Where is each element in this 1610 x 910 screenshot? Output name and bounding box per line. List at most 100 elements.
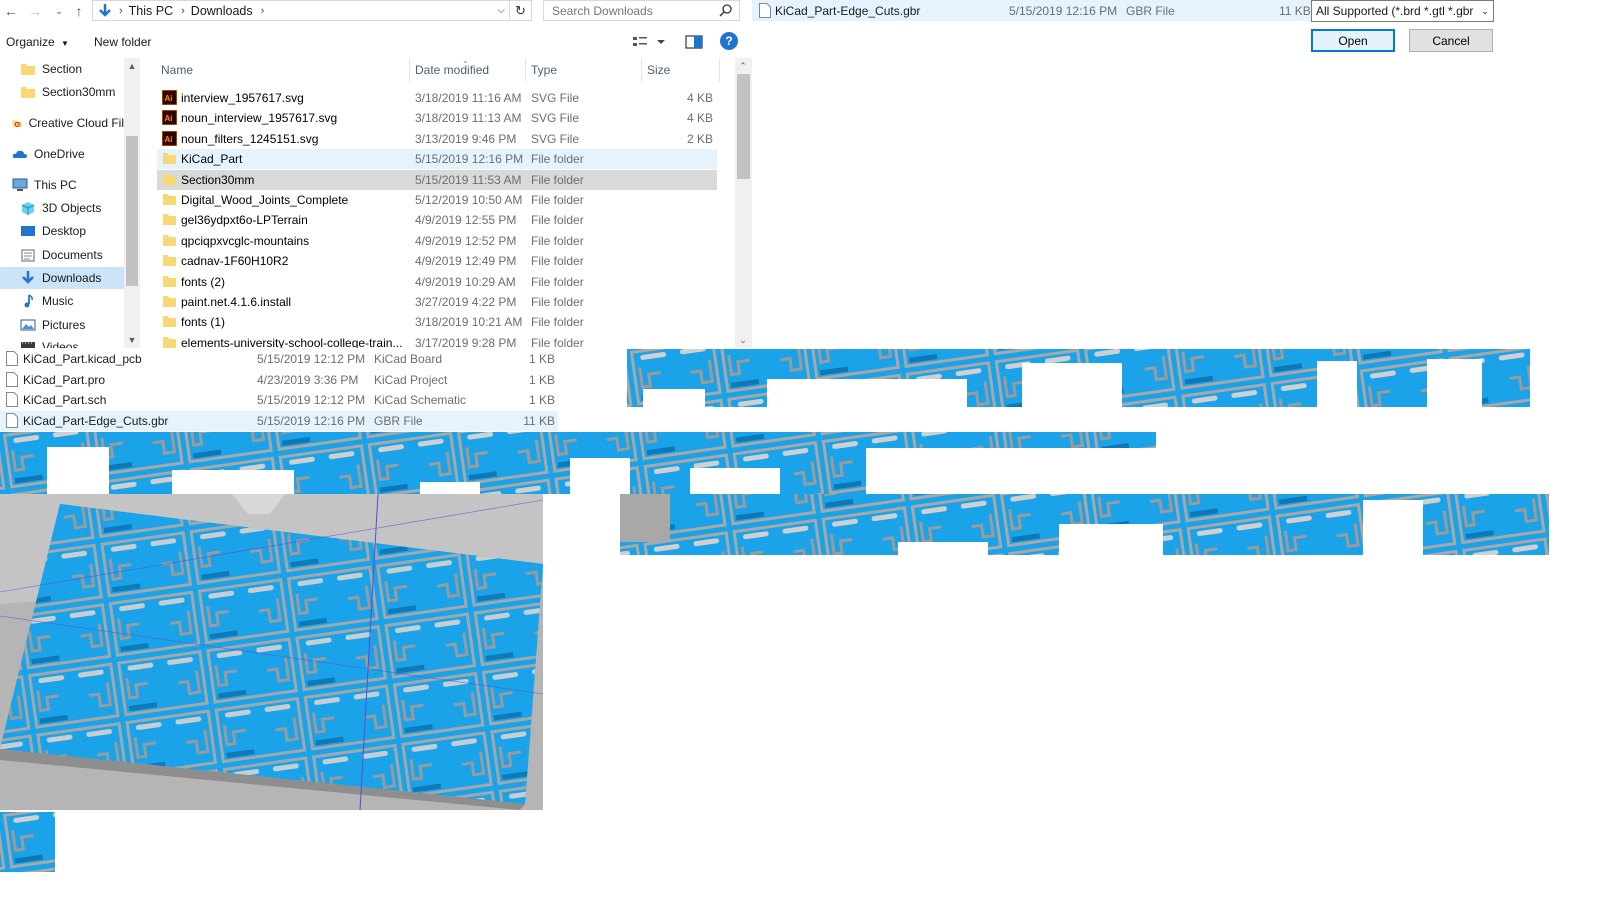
column-header-name[interactable]: Name xyxy=(157,58,409,82)
nav-item-label: 3D Objects xyxy=(42,201,102,215)
open-button[interactable]: Open xyxy=(1311,29,1395,52)
pcb-3d-render xyxy=(0,494,543,810)
organize-label: Organize xyxy=(6,35,55,49)
kicad-file-row[interactable]: KiCad_Part.pro 4/23/2019 3:36 PM KiCad Pro… xyxy=(0,370,558,390)
file-name: fonts (2) xyxy=(181,274,226,289)
file-date: 3/18/2019 10:21 AM xyxy=(415,315,523,330)
column-header-type[interactable]: Type xyxy=(527,58,641,82)
file-row[interactable]: fonts (1) 3/18/2019 10:21 AM File folder xyxy=(157,312,717,332)
file-row[interactable]: cadnav-1F60H10R2 4/9/2019 12:49 PM File fo… xyxy=(157,251,717,271)
column-divider[interactable] xyxy=(525,58,526,82)
nav-scroll-thumb[interactable] xyxy=(126,136,138,286)
recent-locations-chevron-icon[interactable]: ⌄ xyxy=(50,2,68,20)
nav-item-label: Music xyxy=(42,294,74,308)
file-row[interactable]: elements-university-school-college-train… xyxy=(157,333,717,348)
help-icon[interactable]: ? xyxy=(720,32,738,50)
nav-item-downloads[interactable]: Downloads xyxy=(0,267,124,289)
file-date: 3/18/2019 11:16 AM xyxy=(415,91,522,105)
file-type: SVG File xyxy=(531,91,580,105)
nav-item-3d-objects[interactable]: 3D Objects xyxy=(20,197,124,219)
nav-item-section30mm[interactable]: Section30mm xyxy=(20,81,124,103)
search-box[interactable] xyxy=(543,0,740,21)
file-name: KiCad_Part.pro xyxy=(23,372,106,387)
up-arrow-icon[interactable]: ↑ xyxy=(70,2,88,20)
kicad-file-row[interactable]: KiCad_Part.kicad_pcb 5/15/2019 12:12 PM Ki… xyxy=(0,349,558,369)
file-row[interactable]: fonts (2) 4/9/2019 10:29 AM File folder xyxy=(157,272,717,292)
scroll-up-icon[interactable]: ⌃ xyxy=(735,58,751,74)
nav-item-creative-cloud[interactable]: Creative Cloud Fil xyxy=(12,112,124,134)
svg-text:Ai: Ai xyxy=(165,135,173,144)
creative-cloud-icon xyxy=(12,120,22,127)
address-dropdown-icon[interactable]: ⌵ xyxy=(497,5,505,16)
search-input[interactable] xyxy=(544,1,714,20)
nav-item-videos[interactable]: Videos xyxy=(20,336,124,348)
illustrator-icon: Ai xyxy=(162,90,177,105)
file-icon xyxy=(759,3,771,18)
file-row[interactable]: Ai noun_filters_1245151.svg 3/13/2019 9:46… xyxy=(157,129,717,149)
file-name: KiCad_Part.sch xyxy=(23,393,107,407)
nav-scrollbar[interactable]: ▲ ▼ xyxy=(124,58,140,348)
file-row[interactable]: Ai interview_1957617.svg 3/18/2019 11:16 A… xyxy=(157,88,717,108)
videos-icon xyxy=(21,342,35,348)
selected-file-row[interactable]: KiCad_Part-Edge_Cuts.gbr 5/15/2019 12:16… xyxy=(752,0,1312,21)
nav-item-music[interactable]: Music xyxy=(20,290,124,312)
nav-item-onedrive[interactable]: OneDrive xyxy=(12,143,124,165)
chevron-down-icon: ▼ xyxy=(61,39,69,48)
breadcrumb-this-pc[interactable]: This PC xyxy=(129,4,173,18)
column-divider[interactable] xyxy=(409,58,410,82)
column-header-size[interactable]: Size xyxy=(643,58,717,82)
file-date: 5/15/2019 12:12 PM xyxy=(257,352,366,366)
file-type-filter[interactable]: All Supported (*.brd *.gtl *.gbr * ⌄ xyxy=(1311,0,1494,22)
file-row[interactable]: qpciqpxvcglc-mountains 4/9/2019 12:52 PM F… xyxy=(157,231,717,251)
chevron-down-icon[interactable]: ⌄ xyxy=(1477,1,1493,21)
column-divider[interactable] xyxy=(641,58,642,82)
file-date: 5/12/2019 10:50 AM xyxy=(415,193,523,207)
file-row[interactable]: Digital_Wood_Joints_Complete 5/12/2019 10… xyxy=(157,190,717,210)
file-row[interactable]: paint.net.4.1.6.install 3/27/2019 4:22 PM… xyxy=(157,292,717,312)
organize-button[interactable]: Organize ▼ xyxy=(6,35,69,49)
scroll-down-icon[interactable]: ⌄ xyxy=(735,332,751,348)
file-date: 5/15/2019 12:16 PM xyxy=(415,152,524,167)
file-type-filter-value: All Supported (*.brd *.gtl *.gbr * xyxy=(1316,4,1482,18)
nav-item-this-pc[interactable]: This PC xyxy=(12,174,124,196)
kicad-file-row[interactable]: KiCad_Part-Edge_Cuts.gbr 5/15/2019 12:16 … xyxy=(0,410,558,431)
address-row: ← → ⌄ ↑ › This PC › Downloads › ⌵ ↻ xyxy=(0,0,752,22)
sort-indicator-icon: ⌄ xyxy=(462,58,469,65)
column-divider[interactable] xyxy=(719,58,720,82)
refresh-icon[interactable]: ↻ xyxy=(509,1,531,20)
file-name: paint.net.4.1.6.install xyxy=(181,295,292,309)
nav-item-pictures[interactable]: Pictures xyxy=(20,314,124,336)
file-icon xyxy=(6,392,18,407)
file-name: elements-university-school-college-train… xyxy=(181,335,403,348)
address-bar[interactable]: › This PC › Downloads › ⌵ ↻ xyxy=(92,0,532,21)
cancel-button[interactable]: Cancel xyxy=(1409,29,1493,52)
file-row[interactable]: gel36ydpxt6o-LPTerrain 4/9/2019 12:55 PM F… xyxy=(157,210,717,230)
file-row[interactable]: KiCad_Part 5/15/2019 12:16 PM File folder xyxy=(157,149,717,170)
nav-item-section[interactable]: Section xyxy=(20,58,124,80)
3d-viewer-panel[interactable] xyxy=(0,494,543,810)
nav-item-documents[interactable]: Documents xyxy=(20,244,124,266)
change-view-button[interactable] xyxy=(632,34,668,50)
file-date: 5/15/2019 12:16 PM xyxy=(257,413,366,428)
file-type: File folder xyxy=(531,152,584,167)
selected-file-date: 5/15/2019 12:16 PM xyxy=(1009,4,1118,18)
scroll-up-icon[interactable]: ▲ xyxy=(124,58,140,74)
forward-arrow-icon[interactable]: → xyxy=(26,2,44,20)
file-row[interactable]: Ai noun_interview_1957617.svg 3/18/2019 11… xyxy=(157,108,717,128)
breadcrumb-downloads[interactable]: Downloads xyxy=(191,4,253,18)
file-type: File folder xyxy=(531,254,584,269)
file-name: noun_interview_1957617.svg xyxy=(181,111,338,126)
back-arrow-icon[interactable]: ← xyxy=(2,2,20,20)
kicad-file-row[interactable]: KiCad_Part.sch 5/15/2019 12:12 PM KiCad Sc… xyxy=(0,390,558,410)
folder-icon xyxy=(163,296,176,307)
preview-pane-button[interactable] xyxy=(685,34,703,50)
file-scrollbar[interactable]: ⌃ ⌄ xyxy=(735,58,752,348)
new-folder-button[interactable]: New folder xyxy=(94,35,151,49)
nav-item-desktop[interactable]: Desktop xyxy=(20,220,124,242)
file-date: 5/15/2019 12:12 PM xyxy=(257,393,366,407)
file-scroll-thumb[interactable] xyxy=(737,74,750,179)
file-name: gel36ydpxt6o-LPTerrain xyxy=(181,213,308,228)
scroll-down-icon[interactable]: ▼ xyxy=(124,332,140,348)
search-icon[interactable] xyxy=(719,3,733,17)
file-row[interactable]: Section30mm 5/15/2019 11:53 AM File folder xyxy=(157,169,717,190)
